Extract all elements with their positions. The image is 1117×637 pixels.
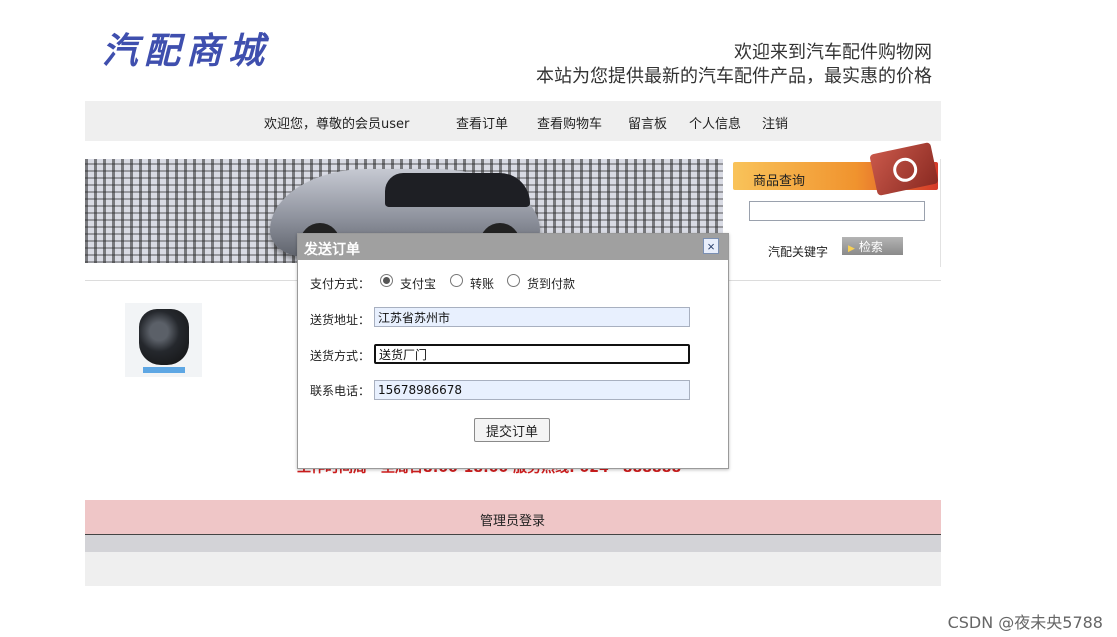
nav-logout[interactable]: 注销 (762, 113, 788, 132)
footer-strip (85, 535, 941, 552)
banner-car-window (385, 173, 530, 207)
phone-field[interactable] (374, 380, 690, 400)
nav-personal-info[interactable]: 个人信息 (689, 113, 741, 132)
dialog-titlebar: 发送订单 × (298, 234, 728, 260)
payment-method-label: 支付方式： (310, 277, 371, 291)
welcome-text: 欢迎来到汽车配件购物网 (734, 42, 932, 63)
admin-bar: 管理员登录 (85, 500, 941, 535)
slogan-text: 本站为您提供最新的汽车配件产品，最实惠的价格 (536, 66, 932, 87)
product-part-image (139, 309, 189, 365)
radio-cod-label: 货到付款 (527, 277, 576, 291)
search-title: 商品查询 (753, 174, 806, 189)
search-input[interactable] (749, 201, 925, 221)
top-nav: 欢迎您，尊敬的会员user 查看订单 查看购物车 留言板 个人信息 注销 (85, 101, 941, 141)
product-search-panel: 商品查询 汽配关键字 ▶ 检索 (733, 142, 941, 267)
dialog-title: 发送订单 (304, 242, 360, 258)
radio-cod[interactable] (507, 274, 520, 287)
watermark: CSDN @夜未央5788 (947, 613, 1103, 632)
delivery-method-label: 送货方式： (310, 349, 371, 363)
nav-view-orders[interactable]: 查看订单 (456, 113, 508, 132)
nav-message-board[interactable]: 留言板 (628, 113, 667, 132)
radio-alipay-label: 支付宝 (400, 277, 437, 291)
radio-transfer[interactable] (450, 274, 463, 287)
address-field[interactable] (374, 307, 690, 327)
footer-area (85, 552, 941, 586)
close-icon[interactable]: × (703, 238, 719, 254)
arrow-right-icon: ▶ (848, 242, 855, 253)
delivery-method-field[interactable] (374, 344, 690, 364)
product-tag (143, 367, 185, 373)
search-button[interactable]: ▶ 检索 (842, 237, 903, 255)
radio-alipay[interactable] (380, 274, 393, 287)
magnifier-icon (869, 142, 939, 196)
search-keyword-label: 汽配关键字 (768, 245, 829, 259)
address-label: 送货地址： (310, 313, 371, 327)
submit-order-button[interactable]: 提交订单 (474, 418, 550, 442)
radio-transfer-label: 转账 (470, 277, 495, 291)
phone-label: 联系电话： (310, 384, 371, 398)
search-header: 商品查询 (733, 142, 939, 196)
nav-view-cart[interactable]: 查看购物车 (537, 113, 602, 132)
site-logo: 汽配商城 (102, 30, 271, 72)
search-button-label: 检索 (858, 239, 883, 254)
product-thumbnail[interactable] (125, 303, 202, 377)
admin-login-link[interactable]: 管理员登录 (480, 510, 545, 529)
send-order-dialog: 发送订单 × 支付方式： 支付宝 转账 货到付款 送货地址： 送货方式： 联系电… (297, 233, 729, 469)
member-greeting: 欢迎您，尊敬的会员user (264, 117, 410, 132)
